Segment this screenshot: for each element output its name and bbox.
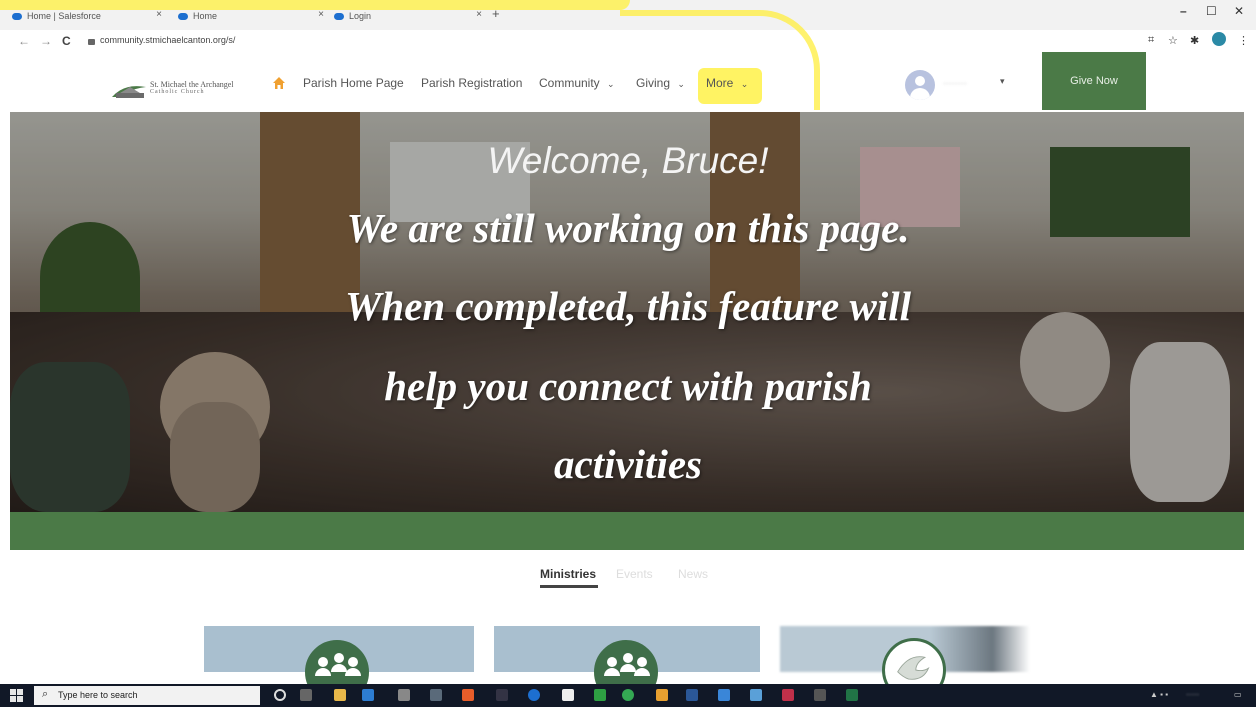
app-icon[interactable] xyxy=(814,689,826,701)
app-icon[interactable] xyxy=(430,689,442,701)
logo-subtitle: Catholic Church xyxy=(150,89,205,95)
windows-start-icon[interactable] xyxy=(10,689,24,702)
tab-title: Login xyxy=(349,11,372,21)
file-explorer-icon[interactable] xyxy=(334,689,346,701)
app-icon[interactable] xyxy=(656,689,668,701)
tab-news[interactable]: News xyxy=(678,567,708,581)
minimize-button[interactable]: – xyxy=(1180,4,1187,18)
cortana-icon[interactable] xyxy=(274,689,286,701)
hero-banner: Welcome, Bruce! We are still working on … xyxy=(10,112,1244,550)
tab-title: Home | Salesforce xyxy=(27,11,101,21)
maximize-button[interactable]: ☐ xyxy=(1206,4,1217,18)
give-now-button[interactable]: Give Now xyxy=(1042,52,1146,110)
app-icon[interactable] xyxy=(528,689,540,701)
app-icon[interactable] xyxy=(496,689,508,701)
qr-code-icon[interactable]: ⌗ xyxy=(1148,34,1154,47)
app-icon[interactable] xyxy=(718,689,730,701)
welcome-heading: Welcome, Bruce! xyxy=(487,140,769,181)
browser-menu-icon[interactable]: ⋮ xyxy=(1238,34,1249,47)
forward-button[interactable]: → xyxy=(40,34,52,48)
user-silhouette-icon xyxy=(915,76,925,86)
nav-community[interactable]: Community ⌄ xyxy=(539,76,615,90)
content-tabs: Ministries Events News xyxy=(0,565,1256,595)
chevron-down-icon: ⌄ xyxy=(740,79,749,89)
edge-icon[interactable] xyxy=(362,689,374,701)
browser-profile-avatar[interactable] xyxy=(1212,32,1226,46)
app-icon[interactable] xyxy=(398,689,410,701)
notifications-icon[interactable]: ▭ xyxy=(1234,690,1242,699)
nav-parish-registration[interactable]: Parish Registration xyxy=(421,76,522,90)
chevron-down-icon: ⌄ xyxy=(607,79,615,89)
user-avatar[interactable] xyxy=(905,70,935,100)
active-tab-indicator xyxy=(540,585,598,588)
tab-close-icon[interactable]: × xyxy=(476,9,482,20)
close-window-button[interactable]: ✕ xyxy=(1234,4,1244,18)
outlook-icon[interactable] xyxy=(686,689,698,701)
nav-label: Parish Registration xyxy=(421,76,523,90)
salesforce-favicon-icon xyxy=(12,12,22,20)
parish-logo[interactable]: St. Michael the Archangel Catholic Churc… xyxy=(110,77,250,105)
salesforce-favicon-icon xyxy=(178,12,188,20)
hero-green-band xyxy=(10,512,1244,550)
nav-parish-home-page[interactable]: Parish Home Page xyxy=(303,76,404,90)
church-logo-icon xyxy=(112,86,146,98)
url-field[interactable]: community.stmichaelcanton.org/s/ xyxy=(100,35,235,45)
tab-close-icon[interactable]: × xyxy=(318,9,324,20)
task-view-icon[interactable] xyxy=(300,689,312,701)
search-placeholder: Type here to search xyxy=(58,690,138,700)
taskbar-search-box[interactable]: ⌕ Type here to search xyxy=(34,686,260,705)
windows-taskbar: ⌕ Type here to search ▲ ▪ ▪ ····· ▭ xyxy=(0,684,1256,707)
tab-events[interactable]: Events xyxy=(616,567,653,581)
home-icon[interactable] xyxy=(272,76,286,90)
nav-label: Parish Home Page xyxy=(303,76,404,90)
nav-label: Community xyxy=(539,76,600,90)
logo-name: St. Michael the Archangel xyxy=(150,80,234,89)
user-name-redacted[interactable]: ········ xyxy=(943,78,967,88)
powerpoint-icon[interactable] xyxy=(782,689,794,701)
system-tray-icons[interactable]: ▲ ▪ ▪ xyxy=(1150,690,1168,699)
back-button[interactable]: ← xyxy=(18,34,30,48)
document-icon[interactable] xyxy=(562,689,574,701)
highlighter-stroke xyxy=(0,0,630,10)
app-icon[interactable] xyxy=(750,689,762,701)
reload-button[interactable]: C xyxy=(62,34,71,48)
excel-icon[interactable] xyxy=(846,689,858,701)
hero-message-line: When completed, this feature will xyxy=(344,283,912,329)
search-icon: ⌕ xyxy=(42,688,49,700)
tab-close-icon[interactable]: × xyxy=(156,9,162,20)
hero-message-line: activities xyxy=(553,441,702,487)
firefox-icon[interactable] xyxy=(462,689,474,701)
salesforce-favicon-icon xyxy=(334,12,344,20)
system-clock[interactable]: ····· xyxy=(1186,690,1199,699)
app-icon[interactable] xyxy=(594,689,606,701)
tab-title: Home xyxy=(193,11,218,21)
nav-more[interactable]: More ⌄ xyxy=(706,76,748,90)
chrome-icon[interactable] xyxy=(622,689,634,701)
hero-message-line: We are still working on this page. xyxy=(346,205,910,251)
caret-down-icon[interactable]: ▾ xyxy=(1000,76,1005,87)
nav-label: More xyxy=(706,76,734,90)
extensions-puzzle-icon[interactable]: ✱ xyxy=(1190,34,1199,47)
bookmark-star-icon[interactable]: ☆ xyxy=(1168,34,1178,47)
tab-ministries[interactable]: Ministries xyxy=(540,567,596,581)
lock-icon xyxy=(88,39,95,45)
hero-message-line: help you connect with parish xyxy=(384,363,872,409)
